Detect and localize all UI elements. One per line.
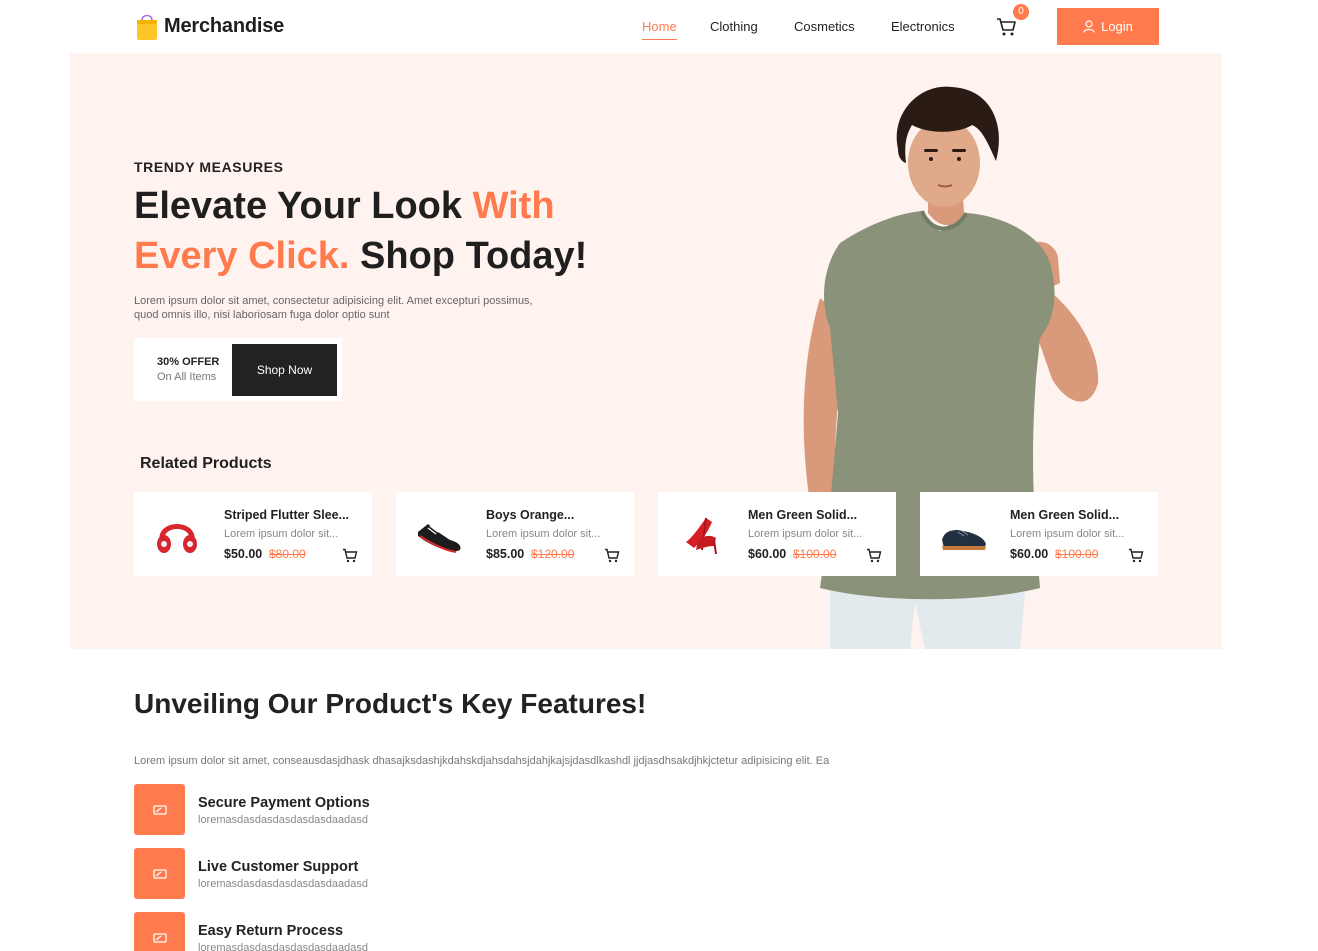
feature-subtitle: loremasdasdasdasdasdasdaadasd <box>198 814 369 826</box>
navbar: Merchandise Home Clothing Cosmetics Elec… <box>0 0 1318 53</box>
feature-subtitle: loremasdasdasdasdasdasdaadasd <box>198 942 369 951</box>
product-card[interactable]: Boys Orange... Lorem ipsum dolor sit... … <box>396 492 634 576</box>
shoe-icon <box>942 530 986 550</box>
heels-icon <box>686 517 717 555</box>
product-card[interactable]: Men Green Solid... Lorem ipsum dolor sit… <box>920 492 1158 576</box>
feature-title: Secure Payment Options <box>198 795 370 811</box>
support-icon <box>134 848 185 899</box>
add-to-cart-icon[interactable] <box>604 548 620 563</box>
product-old-price: $100.00 <box>1055 547 1099 561</box>
product-name[interactable]: Men Green Solid... <box>748 508 857 522</box>
add-to-cart-icon[interactable] <box>1128 548 1144 563</box>
product-price: $50.00 <box>224 547 263 561</box>
headphones-icon <box>157 524 197 553</box>
offer-subtitle: On All Items <box>157 371 217 383</box>
product-price: $85.00 <box>486 547 525 561</box>
brand[interactable]: Merchandise <box>136 11 284 41</box>
brand-name: Merchandise <box>164 14 285 37</box>
feature-item: Live Customer Support loremasdasdasdasda… <box>134 848 534 900</box>
hero-section: TRENDY MEASURES Elevate Your Look With E… <box>70 53 1222 649</box>
offer-title: 30% OFFER <box>157 356 220 368</box>
feature-title: Easy Return Process <box>198 923 344 939</box>
feature-title: Live Customer Support <box>198 859 359 875</box>
return-icon <box>134 912 185 951</box>
add-to-cart-icon[interactable] <box>866 548 882 563</box>
shop-now-button[interactable]: Shop Now <box>232 344 337 396</box>
nav-link-home[interactable]: Home <box>642 19 677 40</box>
hero-eyebrow: TRENDY MEASURES <box>134 159 284 175</box>
product-card[interactable]: Men Green Solid... Lorem ipsum dolor sit… <box>658 492 896 576</box>
nav-link-electronics[interactable]: Electronics <box>891 19 955 34</box>
features-description: Lorem ipsum dolor sit amet, conseausdasj… <box>134 755 830 767</box>
product-description: Lorem ipsum dolor sit... <box>224 528 339 540</box>
product-price: $60.00 <box>1010 547 1049 561</box>
feature-item: Secure Payment Options loremasdasdasdasd… <box>134 784 534 836</box>
product-name[interactable]: Striped Flutter Slee... <box>224 508 349 522</box>
product-name[interactable]: Men Green Solid... <box>1010 508 1119 522</box>
product-price: $60.00 <box>748 547 787 561</box>
product-card[interactable]: Striped Flutter Slee... Lorem ipsum dolo… <box>134 492 372 576</box>
product-old-price: $80.00 <box>269 547 306 561</box>
cart-count-badge: 0 <box>1013 4 1029 20</box>
feature-subtitle: loremasdasdasdasdasdasdaadasd <box>198 878 369 890</box>
offer-box: 30% OFFER On All Items Shop Now <box>134 338 342 401</box>
product-description: Lorem ipsum dolor sit... <box>1010 528 1125 540</box>
headline-part2: Shop Today! <box>349 235 588 277</box>
nav-link-clothing[interactable]: Clothing <box>710 19 758 34</box>
product-old-price: $100.00 <box>793 547 837 561</box>
feature-item: Easy Return Process loremasdasdasdasdasd… <box>134 912 534 951</box>
nav-link-cosmetics[interactable]: Cosmetics <box>794 19 855 34</box>
login-label: Login <box>1101 19 1133 34</box>
user-icon <box>1083 20 1095 33</box>
payment-icon <box>134 784 185 835</box>
related-products-title: Related Products <box>140 455 272 472</box>
shopping-bag-icon <box>137 14 157 40</box>
product-description: Lorem ipsum dolor sit... <box>748 528 863 540</box>
product-description: Lorem ipsum dolor sit... <box>486 528 601 540</box>
hero-headline: Elevate Your Look With Every Click. Shop… <box>134 181 654 281</box>
product-old-price: $120.00 <box>531 547 575 561</box>
features-title: Unveiling Our Product's Key Features! <box>134 688 647 719</box>
headline-part1: Elevate Your Look <box>134 185 473 227</box>
sneaker-icon <box>418 524 461 553</box>
cart-icon[interactable] <box>996 17 1018 37</box>
add-to-cart-icon[interactable] <box>342 548 358 563</box>
login-button[interactable]: Login <box>1057 8 1159 45</box>
product-name[interactable]: Boys Orange... <box>486 508 574 522</box>
hero-description: Lorem ipsum dolor sit amet, consectetur … <box>134 295 533 321</box>
